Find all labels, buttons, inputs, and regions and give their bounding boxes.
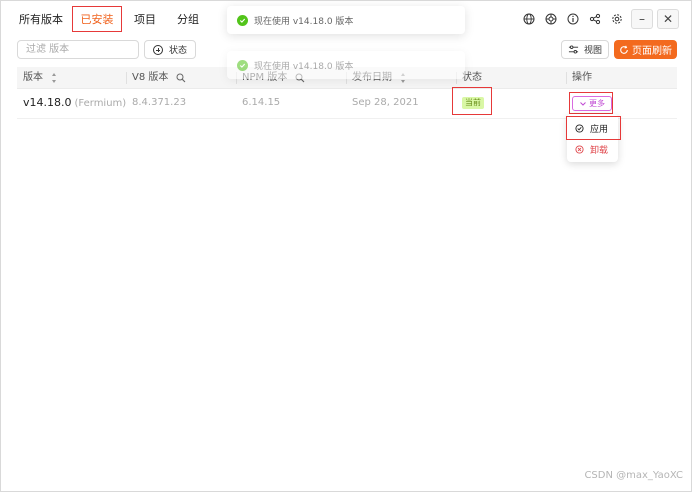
menu-item-uninstall-label: 卸载	[590, 146, 609, 156]
tab-groups[interactable]: 分组	[169, 7, 207, 32]
release-date-cell: Sep 28, 2021	[352, 97, 419, 108]
sort-icon[interactable]	[51, 73, 58, 83]
check-circle-icon	[575, 124, 584, 133]
gear-icon[interactable]	[607, 9, 627, 29]
share-icon[interactable]	[585, 9, 605, 29]
search-icon[interactable]	[176, 73, 186, 83]
view-label: 视图	[583, 46, 602, 56]
version-codename: (Fermium)	[74, 98, 127, 109]
check-circle-icon	[237, 14, 248, 26]
more-label: 更多	[589, 99, 605, 108]
toast-notification: 现在使用 v14.18.0 版本	[227, 6, 465, 34]
npm-version-cell: 6.14.15	[242, 97, 281, 108]
watermark: CSDN @max_YaoXC	[584, 470, 683, 481]
refresh-icon	[620, 45, 628, 54]
more-actions-button[interactable]: 更多	[572, 96, 612, 111]
menu-item-apply[interactable]: 应用	[567, 118, 618, 139]
app-window: 所有版本 已安装 项目 分组 – ✕ 过滤 版本 状态 视图 页面刷新 版本 V…	[0, 0, 692, 492]
toast-notification: 现在使用 v14.18.0 版本	[227, 51, 465, 79]
header-actions: 操作	[566, 67, 677, 89]
minimize-button[interactable]: –	[631, 9, 653, 29]
v8-version-cell: 8.4.371.23	[132, 97, 187, 108]
refresh-page-button[interactable]: 页面刷新	[614, 40, 677, 59]
tab-all-versions[interactable]: 所有版本	[11, 7, 71, 32]
close-circle-icon	[575, 145, 584, 154]
status-filter-label: 状态	[168, 46, 187, 56]
toast-message: 现在使用 v14.18.0 版本	[254, 16, 354, 27]
view-button[interactable]: 视图	[561, 40, 609, 59]
filter-input[interactable]: 过滤 版本	[17, 40, 139, 59]
toast-message: 现在使用 v14.18.0 版本	[254, 61, 354, 72]
more-actions-dropdown: 应用 卸载	[567, 114, 618, 162]
globe-icon[interactable]	[519, 9, 539, 29]
sliders-icon	[568, 45, 579, 54]
refresh-label: 页面刷新	[632, 46, 672, 57]
status-cell: 当前	[456, 89, 484, 119]
tab-installed[interactable]: 已安装	[73, 7, 121, 32]
version-number: v14.18.0	[23, 96, 72, 109]
close-button[interactable]: ✕	[657, 9, 679, 29]
header-version[interactable]: 版本	[17, 67, 125, 89]
status-badge: 当前	[462, 97, 484, 109]
add-circle-icon	[152, 44, 163, 55]
status-filter-button[interactable]: 状态	[144, 40, 196, 59]
check-circle-icon	[237, 59, 248, 71]
menu-item-apply-label: 应用	[590, 125, 609, 135]
tab-projects[interactable]: 项目	[126, 7, 164, 32]
version-cell: v14.18.0 (Fermium)	[17, 89, 126, 119]
chevron-down-icon	[580, 101, 586, 106]
info-icon[interactable]	[563, 9, 583, 29]
aperture-icon[interactable]	[541, 9, 561, 29]
header-status: 状态	[456, 67, 566, 89]
window-controls: – ✕	[517, 9, 679, 29]
header-v8-version[interactable]: V8 版本	[126, 67, 235, 89]
menu-item-uninstall[interactable]: 卸载	[567, 139, 618, 160]
